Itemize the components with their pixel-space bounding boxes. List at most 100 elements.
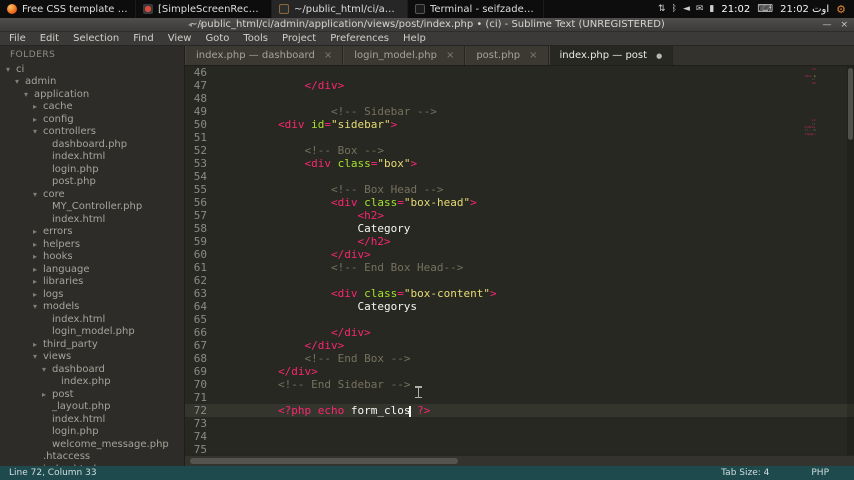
tree-folder-core[interactable]: ▾ core	[0, 188, 184, 201]
line-number[interactable]: 61	[185, 261, 215, 274]
line-number[interactable]: 47	[185, 79, 215, 92]
taskbar-window-recorder[interactable]: [SimpleScreenRecorder]	[136, 0, 272, 18]
line-number[interactable]: 70	[185, 378, 215, 391]
tree-folder-views[interactable]: ▾ views	[0, 351, 184, 364]
tree-file-index-html[interactable]: index.html	[0, 413, 184, 426]
menu-goto[interactable]: Goto	[198, 33, 236, 44]
tree-folder-language[interactable]: ▸ language	[0, 263, 184, 276]
code-line-52[interactable]: 52 <!-- Box -->	[185, 144, 854, 157]
tree-file-post-php[interactable]: post.php	[0, 176, 184, 189]
tree-file-login-php[interactable]: login.php	[0, 163, 184, 176]
tree-folder-helpers[interactable]: ▸ helpers	[0, 238, 184, 251]
gear-icon[interactable]: ⚙	[836, 3, 846, 16]
tree-file-htaccess[interactable]: .htaccess	[0, 451, 184, 464]
menu-find[interactable]: Find	[126, 33, 161, 44]
close-icon[interactable]: ×	[324, 50, 332, 61]
menu-preferences[interactable]: Preferences	[323, 33, 396, 44]
code-line-74[interactable]: 74	[185, 430, 854, 443]
bluetooth-icon[interactable]: ᛒ	[672, 0, 677, 18]
vertical-scrollbar-thumb[interactable]	[848, 68, 853, 140]
code-line-64[interactable]: 64 Categorys	[185, 300, 854, 313]
code-line-60[interactable]: 60 </div>	[185, 248, 854, 261]
tree-folder-ci[interactable]: ▾ ci	[0, 63, 184, 76]
code-line-56[interactable]: 56 <div class="box-head">	[185, 196, 854, 209]
menu-file[interactable]: File	[2, 33, 33, 44]
line-number[interactable]: 46	[185, 66, 215, 79]
line-number[interactable]: 60	[185, 248, 215, 261]
code-line-63[interactable]: 63 <div class="box-content">	[185, 287, 854, 300]
line-number[interactable]: 73	[185, 417, 215, 430]
tree-file-index-html[interactable]: index.html	[0, 313, 184, 326]
tab-index-php-dashboard[interactable]: index.php — dashboard ×	[185, 46, 344, 65]
taskbar-window-sublime[interactable]: ~/public_html/ci/admin/ap...	[272, 0, 408, 18]
code-line-71[interactable]: 71	[185, 391, 854, 404]
code-editor[interactable]: 46 47 </div> 48 49 <!-- Sidebar --> 50 <div …	[185, 66, 854, 455]
line-number[interactable]: 64	[185, 300, 215, 313]
syntax-indicator[interactable]: PHP	[811, 468, 829, 478]
tree-file-index-html[interactable]: index.html	[0, 213, 184, 226]
line-number[interactable]: 54	[185, 170, 215, 183]
tree-folder-dashboard[interactable]: ▾ dashboard	[0, 363, 184, 376]
tree-folder-hooks[interactable]: ▸ hooks	[0, 251, 184, 264]
tab-post-php[interactable]: post.php ×	[465, 46, 549, 65]
line-number[interactable]: 75	[185, 443, 215, 455]
minimap[interactable]: </div> <!-- Sidebar --> <div id="sidebar…	[790, 68, 816, 198]
tree-folder-cache[interactable]: ▸ cache	[0, 101, 184, 114]
code-line-70[interactable]: 70 <!-- End Sidebar -->	[185, 378, 854, 391]
line-number[interactable]: 62	[185, 274, 215, 287]
line-number[interactable]: 56	[185, 196, 215, 209]
tab-login-model-php[interactable]: login_model.php ×	[343, 46, 466, 65]
code-line-48[interactable]: 48	[185, 92, 854, 105]
tree-folder-config[interactable]: ▸ config	[0, 113, 184, 126]
taskbar-window-terminal[interactable]: Terminal - seifzadeh@meh...	[408, 0, 544, 18]
line-number[interactable]: 65	[185, 313, 215, 326]
code-line-55[interactable]: 55 <!-- Box Head -->	[185, 183, 854, 196]
code-line-72[interactable]: 72 <?php echo form_clos ?>	[185, 404, 854, 417]
code-line-46[interactable]: 46	[185, 66, 854, 79]
close-button[interactable]: ×	[840, 20, 848, 30]
mail-icon[interactable]: ✉	[696, 0, 704, 18]
menu-project[interactable]: Project	[275, 33, 323, 44]
close-icon[interactable]: ×	[446, 50, 454, 61]
tree-folder-third-party[interactable]: ▸ third_party	[0, 338, 184, 351]
line-number[interactable]: 59	[185, 235, 215, 248]
menu-selection[interactable]: Selection	[66, 33, 126, 44]
tree-folder-post[interactable]: ▸ post	[0, 388, 184, 401]
code-line-61[interactable]: 61 <!-- End Box Head-->	[185, 261, 854, 274]
line-number[interactable]: 67	[185, 339, 215, 352]
line-number[interactable]: 69	[185, 365, 215, 378]
tree-file-layout-php[interactable]: _layout.php	[0, 401, 184, 414]
volume-icon[interactable]: ◄	[683, 0, 690, 18]
code-line-58[interactable]: 58 Category	[185, 222, 854, 235]
line-number[interactable]: 55	[185, 183, 215, 196]
code-line-59[interactable]: 59 </h2>	[185, 235, 854, 248]
line-number[interactable]: 50	[185, 118, 215, 131]
tree-file-index-php[interactable]: index.php	[0, 376, 184, 389]
line-number[interactable]: 52	[185, 144, 215, 157]
menu-view[interactable]: View	[161, 33, 199, 44]
close-icon[interactable]: ×	[529, 50, 537, 61]
tree-folder-logs[interactable]: ▸ logs	[0, 288, 184, 301]
horizontal-scrollbar-thumb[interactable]	[190, 458, 458, 464]
code-line-49[interactable]: 49 <!-- Sidebar -->	[185, 105, 854, 118]
code-line-73[interactable]: 73	[185, 417, 854, 430]
code-line-75[interactable]: 75	[185, 443, 854, 455]
line-number[interactable]: 71	[185, 391, 215, 404]
line-number[interactable]: 48	[185, 92, 215, 105]
menu-edit[interactable]: Edit	[33, 33, 66, 44]
network-arrows-icon[interactable]: ⇅	[658, 0, 666, 18]
tree-file-index-html[interactable]: index.html	[0, 151, 184, 164]
line-number[interactable]: 51	[185, 131, 215, 144]
keyboard-layout-icon[interactable]: ⌨	[757, 0, 773, 18]
line-number[interactable]: 53	[185, 157, 215, 170]
tree-file-dashboard-php[interactable]: dashboard.php	[0, 138, 184, 151]
code-line-62[interactable]: 62	[185, 274, 854, 287]
code-line-51[interactable]: 51	[185, 131, 854, 144]
code-line-68[interactable]: 68 <!-- End Box -->	[185, 352, 854, 365]
tab-size-indicator[interactable]: Tab Size: 4	[721, 468, 769, 478]
taskbar-window-firefox[interactable]: Free CSS template by Choc...	[0, 0, 136, 18]
tree-folder-models[interactable]: ▾ models	[0, 301, 184, 314]
line-number[interactable]: 74	[185, 430, 215, 443]
tree-folder-admin[interactable]: ▾ admin	[0, 76, 184, 89]
tab-index-php-post[interactable]: index.php — post ●	[548, 46, 674, 65]
